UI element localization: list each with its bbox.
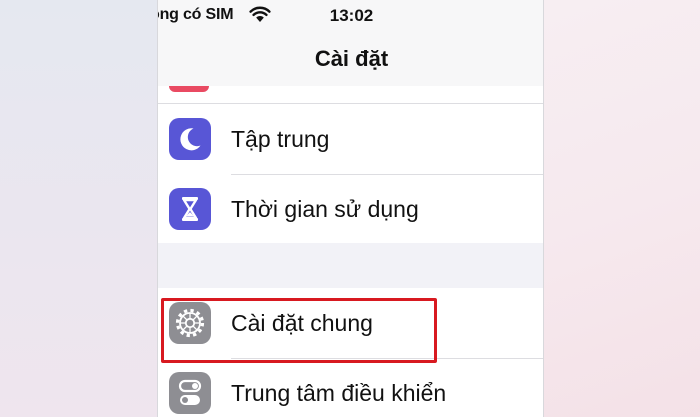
status-bar: ông có SIM 13:02 [158, 0, 543, 34]
page-title: Cài đặt [314, 46, 389, 71]
settings-row-control-center[interactable]: Trung tâm điều khiển [158, 358, 543, 417]
backdrop-right [544, 0, 700, 417]
settings-row-label: Thời gian sử dụng [231, 196, 419, 222]
settings-row-screen-time[interactable]: Thời gian sử dụng [158, 174, 543, 244]
settings-row-partial[interactable] [158, 86, 543, 104]
moon-icon [169, 118, 211, 160]
settings-row-label: Tập trung [231, 126, 330, 152]
toggles-icon [169, 372, 211, 414]
notifications-icon [169, 86, 209, 92]
backdrop-left [0, 0, 157, 417]
navigation-bar: Cài đặt [158, 34, 543, 86]
hourglass-icon [169, 188, 211, 230]
settings-row-focus[interactable]: Tập trung [158, 104, 543, 174]
settings-group-focus: Tập trung Thời gian sử dụng [158, 86, 543, 244]
status-time: 13:02 [329, 6, 374, 25]
settings-row-label: Trung tâm điều khiển [231, 380, 447, 406]
highlight-box [161, 298, 437, 363]
